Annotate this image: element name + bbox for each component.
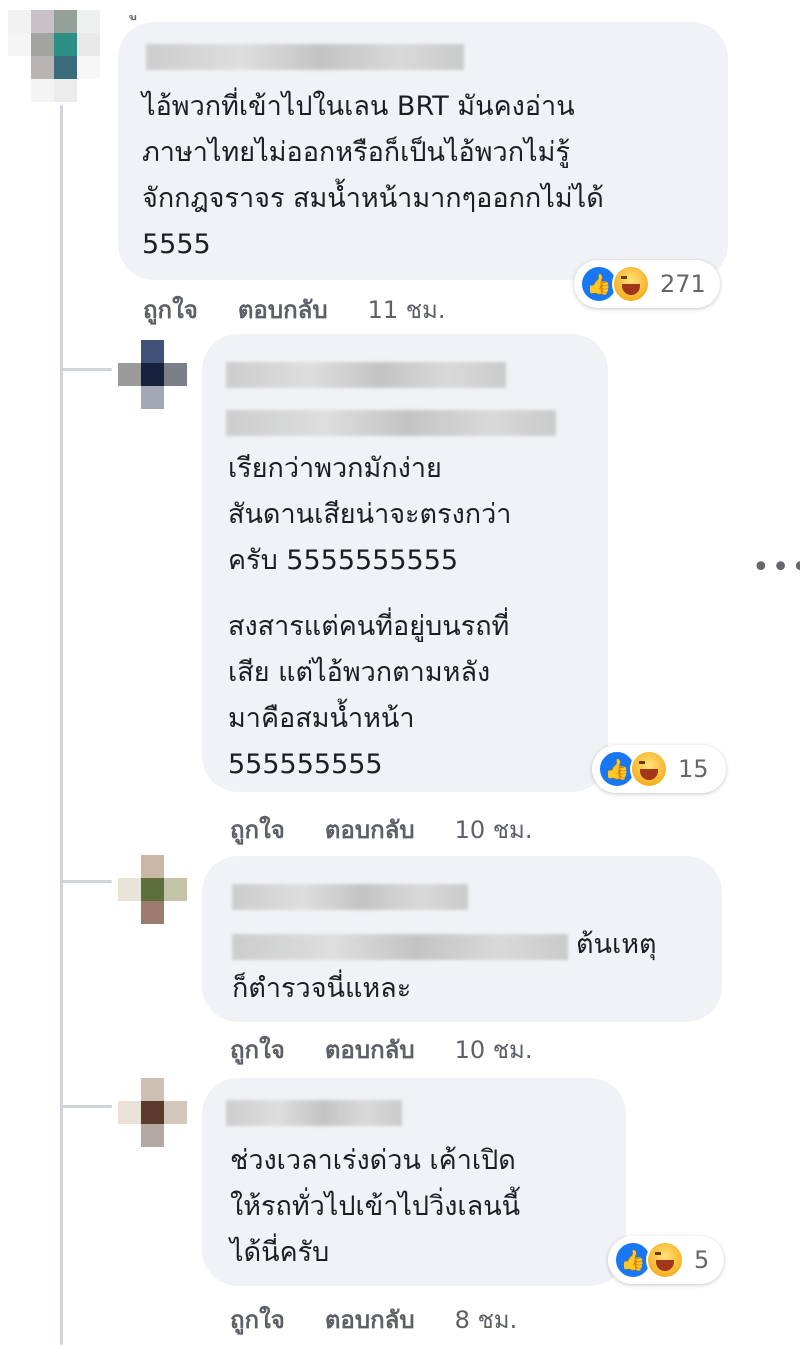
comment-text: ก็ตำรวจนี่แหละ [232,973,412,1004]
comment-bubble: ไอ้พวกที่เข้าไปในเลน BRT มันคงอ่าน ภาษาไ… [118,22,728,280]
thread-connector [60,880,112,883]
comment-text: ไอ้พวกที่เข้าไปในเลน BRT มันคงอ่าน ภาษาไ… [142,91,604,260]
comment-timestamp[interactable]: 8 ชม. [455,1300,518,1339]
author-name-blurred[interactable] [226,362,506,388]
comment-actions: ถูกใจ ตอบกลับ 11 ชม. [143,290,445,329]
comment-actions: ถูกใจ ตอบกลับ 10 ชม. [230,810,532,849]
thread-connector [60,1105,112,1108]
reply-button[interactable]: ตอบกลับ [325,810,415,849]
comment-actions: ถูกใจ ตอบกลับ 10 ชม. [230,1030,532,1069]
reaction-count: 15 [678,755,709,783]
author-name-blurred[interactable] [146,44,464,70]
thread-connector [60,368,112,371]
comment-text: ช่วงเวลาเร่งด่วน เค้าเปิด ให้รถทั่วไปเข้… [230,1145,521,1268]
avatar[interactable] [8,10,100,102]
comment-timestamp[interactable]: 10 ชม. [455,1030,533,1069]
reaction-summary[interactable]: 👍 5 [608,1236,724,1284]
thread-line-main [60,105,63,1345]
like-button[interactable]: ถูกใจ [230,1300,285,1339]
like-button[interactable]: ถูกใจ [230,810,285,849]
comment-bubble: ช่วงเวลาเร่งด่วน เค้าเปิด ให้รถทั่วไปเข้… [202,1078,626,1286]
reaction-summary[interactable]: 👍 15 [592,745,726,793]
haha-reaction-icon [646,1241,684,1279]
author-name-blurred-line2 [226,410,556,436]
author-name-blurred[interactable] [226,1100,402,1126]
comment-bubble: ต้นเหตุ ก็ตำรวจนี่แหละ [202,856,722,1022]
author-name-blurred-line2 [232,934,568,960]
comment-text-paragraph: สงสารแต่คนที่อยู่บนรถที่ เสีย แต่ไอ้พวกต… [228,611,510,780]
avatar[interactable] [118,340,210,432]
comment-timestamp[interactable]: 11 ชม. [368,290,446,329]
reply-button[interactable]: ตอบกลับ [325,1030,415,1069]
comment-text: เรียกว่าพวกมักง่าย สันดานเสียน่าจะตรงกว่… [228,453,512,576]
reply-button[interactable]: ตอบกลับ [325,1300,415,1339]
reply-button[interactable]: ตอบกลับ [238,290,328,329]
like-button[interactable]: ถูกใจ [143,290,198,329]
reaction-count: 5 [694,1246,710,1274]
avatar[interactable] [118,855,210,947]
reaction-count: 271 [660,270,706,298]
comment-timestamp[interactable]: 10 ชม. [455,810,533,849]
like-button[interactable]: ถูกใจ [230,1030,285,1069]
haha-reaction-icon [630,750,668,788]
more-horizontal-icon[interactable]: ••• [752,550,800,585]
comment-text-tail: ต้นเหตุ [576,929,657,960]
author-name-blurred[interactable] [232,884,468,910]
haha-reaction-icon [612,265,650,303]
comment-bubble: เรียกว่าพวกมักง่าย สันดานเสียน่าจะตรงกว่… [202,334,608,792]
comment-actions: ถูกใจ ตอบกลับ 8 ชม. [230,1300,517,1339]
avatar[interactable] [118,1078,210,1170]
reaction-summary[interactable]: 👍 271 [574,260,720,308]
